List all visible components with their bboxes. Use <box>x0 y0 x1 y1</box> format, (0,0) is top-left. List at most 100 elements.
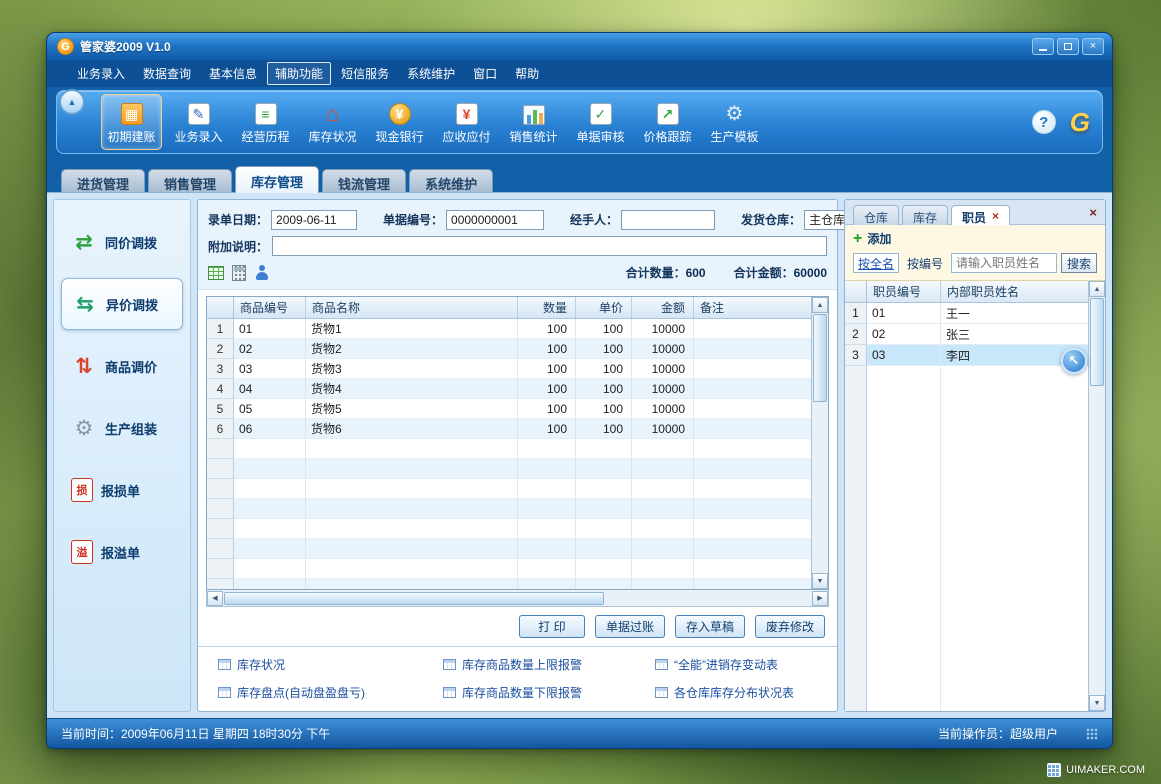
toolbar-item-operation-history[interactable]: ≡ 经营历程 <box>235 94 296 150</box>
search-by-name-toggle[interactable]: 按全名 <box>853 253 899 273</box>
link-qty-lower-limit-alert[interactable]: 库存商品数量下限报警 <box>443 684 655 701</box>
note-input[interactable] <box>272 236 827 256</box>
scroll-down-icon[interactable]: ▼ <box>1089 695 1105 711</box>
cell-code[interactable]: 01 <box>234 319 306 339</box>
tab-cashflow-management[interactable]: 钱流管理 <box>322 169 406 193</box>
column-header-price[interactable]: 单价 <box>576 297 632 318</box>
toolbar-item-sales-statistics[interactable]: 销售统计 <box>503 94 564 150</box>
toolbar-item-receivables-payables[interactable]: ¥ 应收应付 <box>436 94 497 150</box>
sidebar-item-diff-price-transfer[interactable]: ⇆ 异价调拨 <box>61 278 183 330</box>
table-row[interactable]: 6 06 货物6 100 100 10000 <box>207 419 811 439</box>
scroll-left-icon[interactable]: ◀ <box>207 591 223 606</box>
scrollbar-thumb[interactable] <box>813 314 827 402</box>
cell-price[interactable]: 100 <box>576 319 632 339</box>
table-row[interactable]: 3 03 货物3 100 100 10000 <box>207 359 811 379</box>
menu-business-entry[interactable]: 业务录入 <box>69 62 133 85</box>
staff-search-input[interactable] <box>951 253 1057 273</box>
cell-code[interactable]: 05 <box>234 399 306 419</box>
scrollbar-thumb[interactable] <box>1090 298 1104 386</box>
menu-system-maintenance[interactable]: 系统维护 <box>399 62 463 85</box>
toolbar-item-document-audit[interactable]: ✓ 单据审核 <box>570 94 631 150</box>
staff-row[interactable]: 1 01 王一 <box>845 303 1088 324</box>
cell-note[interactable] <box>694 339 811 359</box>
table-row[interactable]: 1 01 货物1 100 100 10000 <box>207 319 811 339</box>
cell-note[interactable] <box>694 399 811 419</box>
cell-amount[interactable]: 10000 <box>632 339 694 359</box>
tab-staff[interactable]: 职员 × <box>951 205 1010 225</box>
toolbar-item-business-entry[interactable]: ✎ 业务录入 <box>168 94 229 150</box>
handler-input[interactable] <box>621 210 715 230</box>
cell-amount[interactable]: 10000 <box>632 319 694 339</box>
cell-qty[interactable]: 100 <box>518 419 576 439</box>
post-document-button[interactable]: 单据过账 <box>595 615 665 638</box>
print-button[interactable]: 打 印 <box>519 615 585 638</box>
empty-row[interactable] <box>207 459 811 479</box>
date-input[interactable] <box>271 210 357 230</box>
column-header-code[interactable]: 商品编号 <box>234 297 306 318</box>
cell-price[interactable]: 100 <box>576 419 632 439</box>
empty-row[interactable] <box>207 499 811 519</box>
link-warehouse-distribution-report[interactable]: 各仓库库存分布状况表 <box>655 684 825 701</box>
cell-staff-code[interactable]: 01 <box>867 303 941 324</box>
cell-code[interactable]: 06 <box>234 419 306 439</box>
scroll-right-icon[interactable]: ▶ <box>812 591 828 606</box>
link-stocktake[interactable]: 库存盘点(自动盘盈盘亏) <box>218 684 443 701</box>
toolbar-item-price-tracking[interactable]: ↗ 价格跟踪 <box>637 94 698 150</box>
cell-price[interactable]: 100 <box>576 339 632 359</box>
cell-staff-code[interactable]: 03 <box>867 345 941 366</box>
cell-code[interactable]: 03 <box>234 359 306 379</box>
sidebar-item-production-assembly[interactable]: ⚙ 生产组装 <box>61 402 183 454</box>
title-bar[interactable]: G 管家婆2009 V1.0 × <box>47 33 1112 60</box>
close-button[interactable]: × <box>1082 38 1104 55</box>
menu-window[interactable]: 窗口 <box>465 62 505 85</box>
cell-note[interactable] <box>694 379 811 399</box>
cell-qty[interactable]: 100 <box>518 379 576 399</box>
menu-help[interactable]: 帮助 <box>507 62 547 85</box>
toolbar-item-cash-bank[interactable]: ¥ 现金银行 <box>369 94 430 150</box>
toolbar-item-production-template[interactable]: ⚙ 生产模板 <box>704 94 765 150</box>
sidebar-item-goods-price-adjust[interactable]: ⇅ 商品调价 <box>61 340 183 392</box>
save-draft-button[interactable]: 存入草稿 <box>675 615 745 638</box>
calculator-icon[interactable] <box>232 265 246 281</box>
scroll-up-icon[interactable]: ▲ <box>812 297 828 313</box>
column-header-staff-code[interactable]: 职员编号 <box>867 281 941 302</box>
toolbar-item-initial-accounts[interactable]: ▦ 初期建账 <box>101 94 162 150</box>
cell-note[interactable] <box>694 419 811 439</box>
toolbar-item-inventory-status[interactable]: ⌂ 库存状况 <box>302 94 363 150</box>
tab-inventory-management[interactable]: 库存管理 <box>235 166 319 193</box>
cell-amount[interactable]: 10000 <box>632 399 694 419</box>
tab-purchase-management[interactable]: 进货管理 <box>61 169 145 193</box>
scroll-up-icon[interactable]: ▲ <box>1089 281 1105 297</box>
minimize-button[interactable] <box>1032 38 1054 55</box>
vertical-scrollbar[interactable]: ▲ ▼ <box>811 297 828 589</box>
cell-code[interactable]: 02 <box>234 339 306 359</box>
help-button[interactable]: ? <box>1032 110 1056 134</box>
tab-system-maintenance[interactable]: 系统维护 <box>409 169 493 193</box>
cell-note[interactable] <box>694 319 811 339</box>
column-header-name[interactable]: 商品名称 <box>306 297 518 318</box>
cell-code[interactable]: 04 <box>234 379 306 399</box>
panel-close-icon[interactable]: × <box>1089 205 1097 220</box>
column-header-qty[interactable]: 数量 <box>518 297 576 318</box>
restore-button[interactable] <box>1057 38 1079 55</box>
link-inventory-status[interactable]: 库存状况 <box>218 656 443 673</box>
sidebar-item-loss-report[interactable]: 损 报损单 <box>61 464 183 516</box>
cell-name[interactable]: 货物1 <box>306 319 518 339</box>
menu-data-query[interactable]: 数据查询 <box>135 62 199 85</box>
cell-name[interactable]: 货物2 <box>306 339 518 359</box>
link-almighty-flow-report[interactable]: “全能”进销存变动表 <box>655 656 825 673</box>
scrollbar-thumb[interactable] <box>224 592 604 605</box>
cell-price[interactable]: 100 <box>576 359 632 379</box>
table-view-icon[interactable] <box>208 266 224 280</box>
column-header-staff-name[interactable]: 内部职员姓名 <box>941 281 1088 302</box>
vertical-scrollbar[interactable]: ▲ ▼ <box>1088 281 1105 711</box>
cell-qty[interactable]: 100 <box>518 339 576 359</box>
empty-row[interactable] <box>207 439 811 459</box>
empty-row[interactable] <box>207 519 811 539</box>
resize-grip[interactable] <box>1086 728 1098 740</box>
cell-staff-name[interactable]: 张三 <box>941 324 1088 345</box>
cell-price[interactable]: 100 <box>576 399 632 419</box>
search-button[interactable]: 搜索 <box>1061 253 1097 273</box>
cell-staff-name[interactable]: 王一 <box>941 303 1088 324</box>
table-row[interactable]: 2 02 货物2 100 100 10000 <box>207 339 811 359</box>
